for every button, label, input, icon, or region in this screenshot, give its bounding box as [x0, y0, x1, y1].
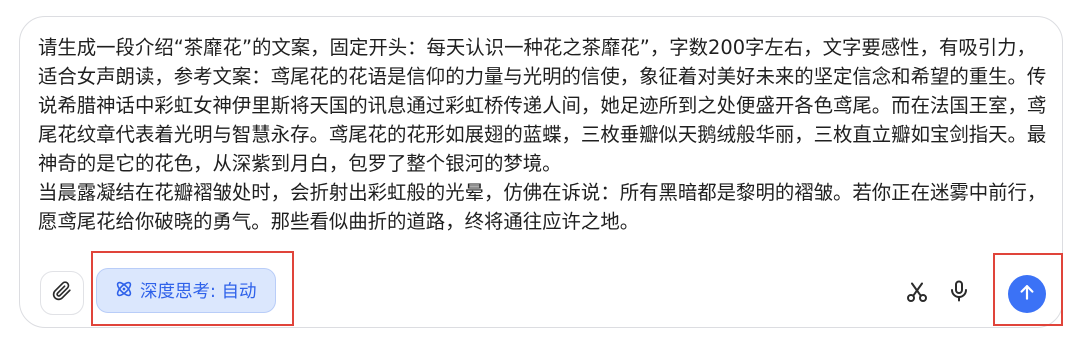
- chat-composer: 请生成一段介绍“茶靡花”的文案，固定开头：每天认识一种花之茶靡花”，字数200字…: [19, 16, 1063, 328]
- arrow-up-icon: [1017, 282, 1037, 306]
- atom-icon: [114, 279, 134, 303]
- microphone-button[interactable]: [944, 278, 974, 308]
- scissors-button[interactable]: [902, 279, 932, 309]
- deep-think-toggle[interactable]: 深度思考: 自动: [96, 268, 276, 313]
- microphone-icon: [947, 279, 971, 307]
- send-button[interactable]: [1008, 275, 1046, 313]
- prompt-input[interactable]: 请生成一段介绍“茶靡花”的文案，固定开头：每天认识一种花之茶靡花”，字数200字…: [38, 33, 1048, 236]
- paperclip-icon: [52, 281, 72, 305]
- attach-button[interactable]: [40, 271, 84, 315]
- deep-think-label: 深度思考: 自动: [140, 282, 257, 302]
- scissors-icon: [905, 280, 929, 308]
